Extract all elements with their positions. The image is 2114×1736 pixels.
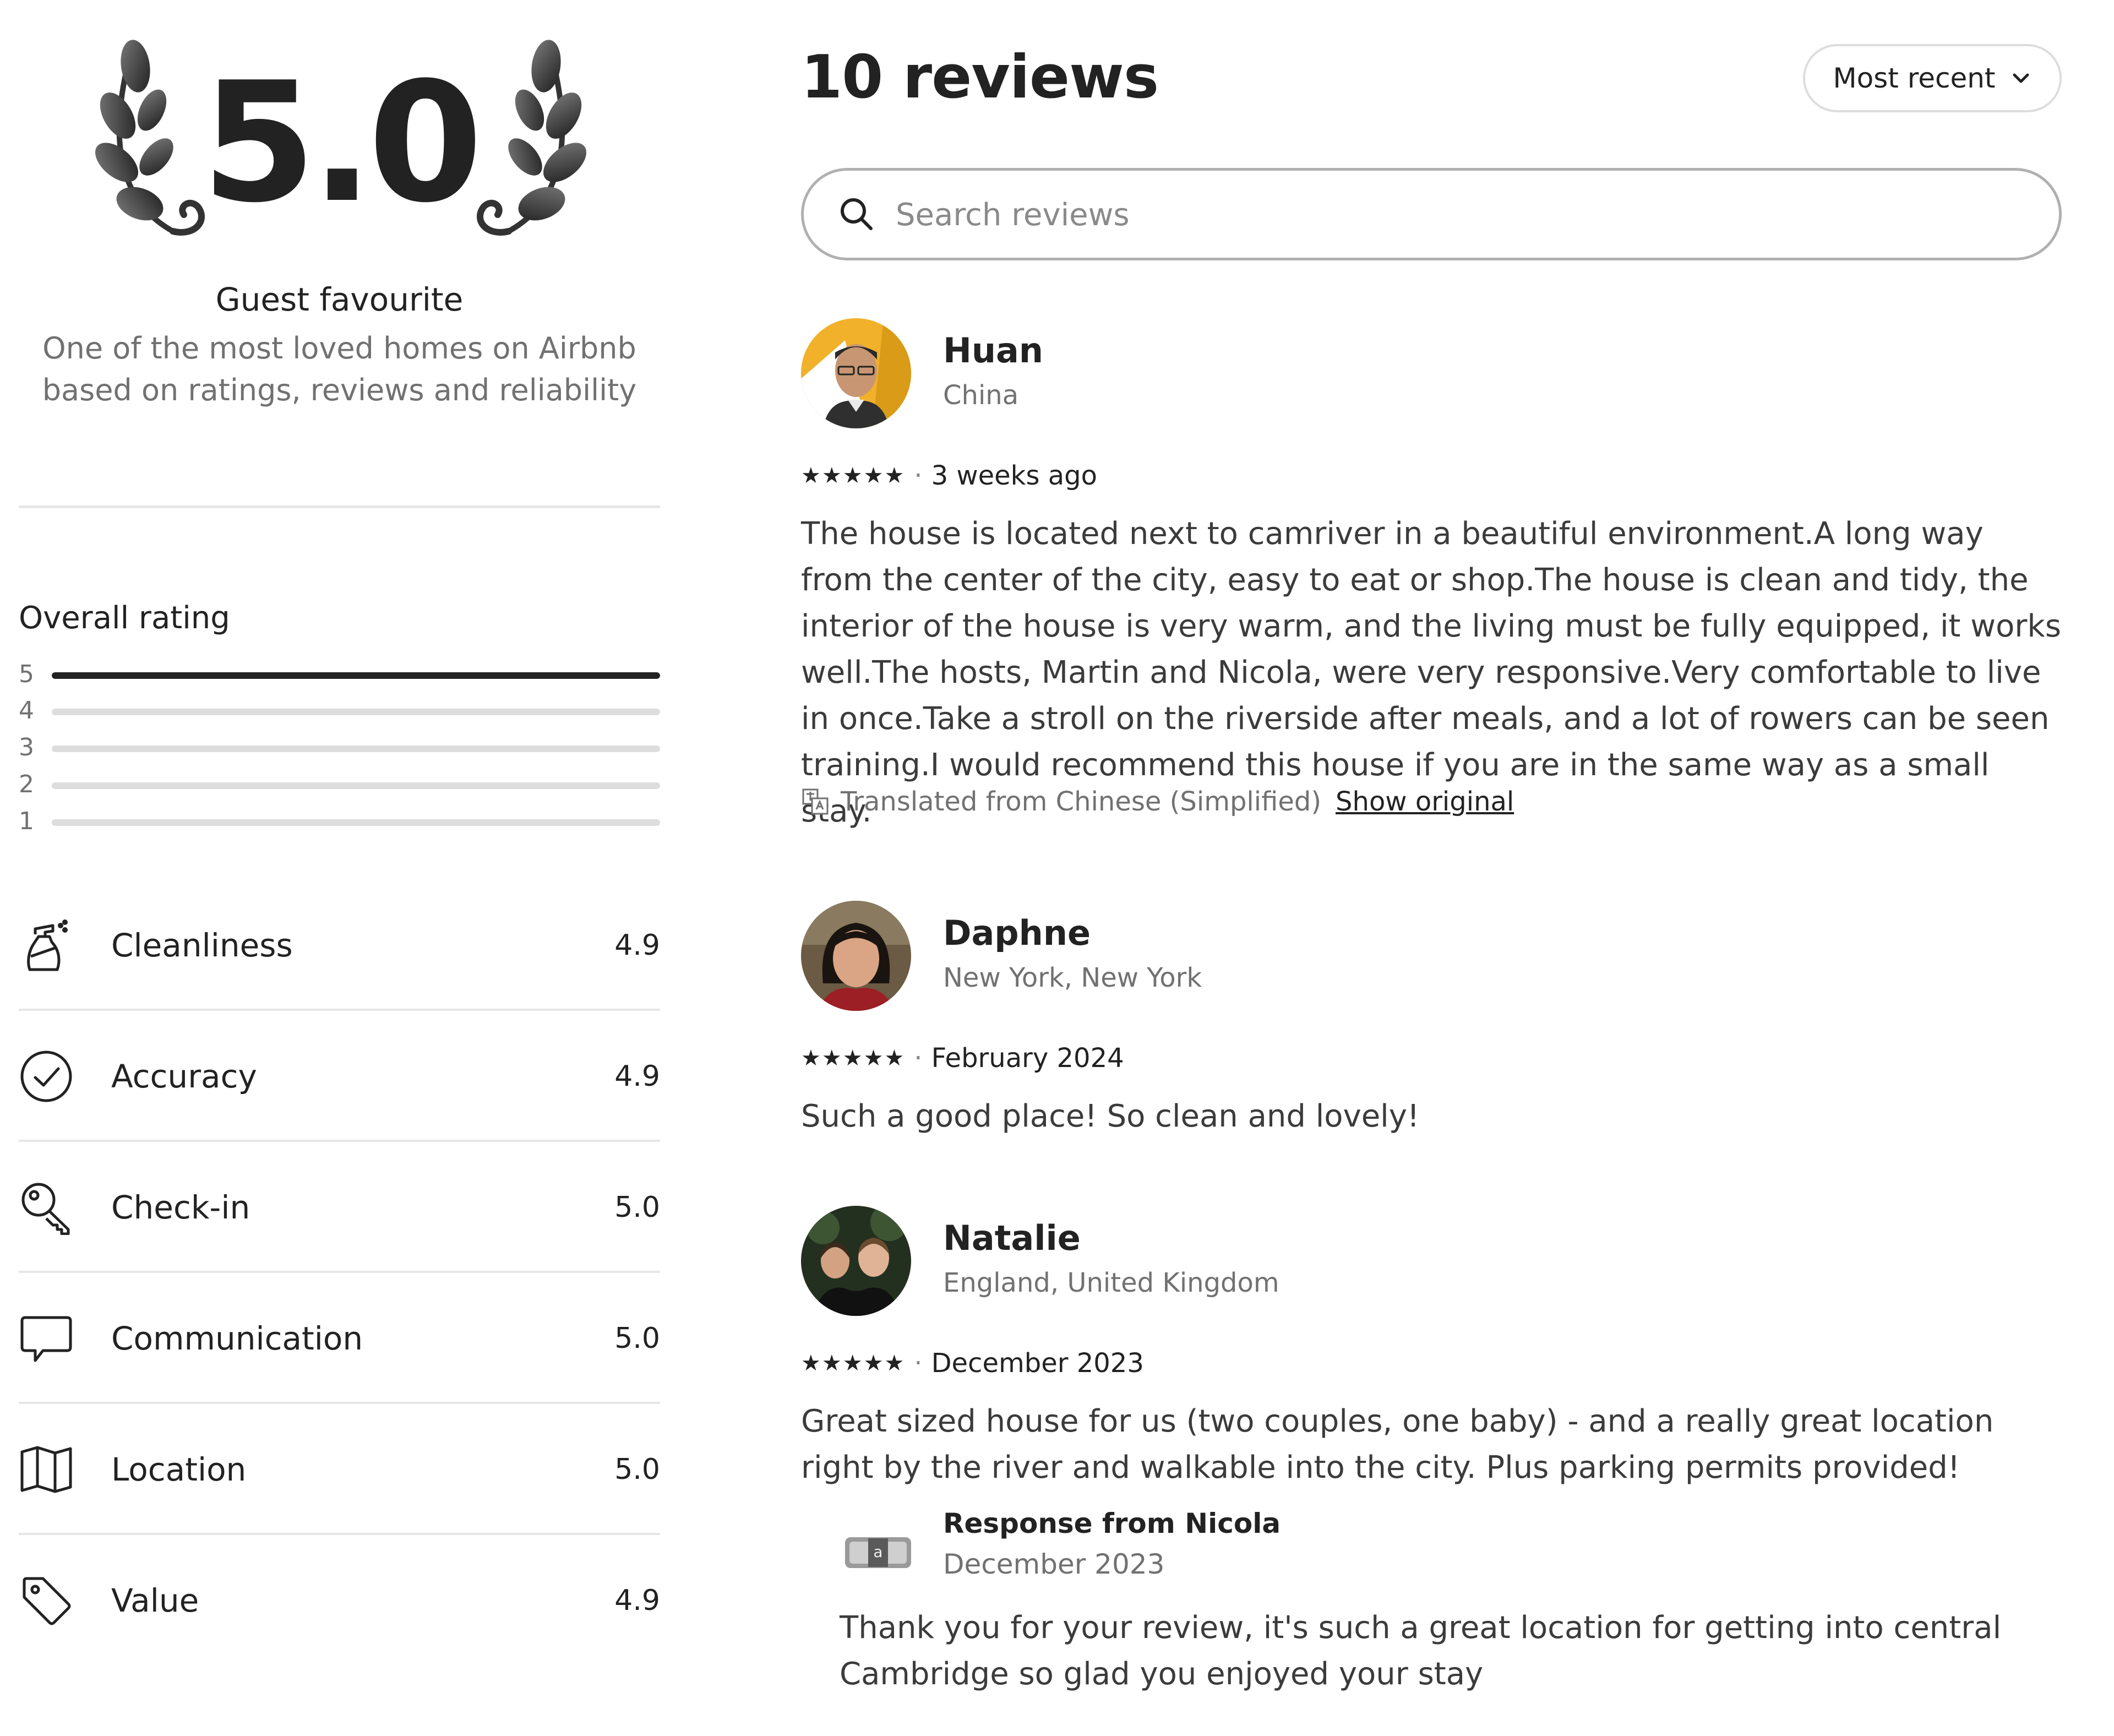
sort-label: Most recent — [1833, 62, 1996, 94]
category-score: 5.0 — [614, 1322, 660, 1355]
rating-bar-track — [52, 745, 660, 752]
category-label: Communication — [111, 1320, 363, 1357]
price-tag-icon — [23, 1577, 71, 1625]
avatar[interactable] — [801, 901, 911, 1011]
sort-dropdown[interactable]: Most recent — [1803, 44, 2062, 112]
star-rating: ★★★★★ — [801, 463, 906, 488]
category-score: 4.9 — [614, 929, 660, 962]
reviewer-location: New York, New York — [943, 962, 1202, 993]
rating-bar-track — [52, 819, 660, 826]
reviewer-location: China — [943, 380, 1019, 411]
star-rating: ★★★★★ — [801, 1351, 906, 1376]
category-label: Cleanliness — [111, 927, 293, 964]
reviews-count-title: 10 reviews — [801, 43, 1159, 112]
review-date: 3 weeks ago — [931, 460, 1097, 491]
reviews-panel: 10 reviews Most recent Search reviews Hu… — [801, 0, 2062, 1736]
review-date: February 2024 — [931, 1043, 1124, 1074]
dot-separator: · — [914, 460, 923, 491]
reviewer-name: Huan — [943, 330, 1044, 371]
rating-bar-label: 3 — [19, 733, 34, 761]
avatar[interactable] — [801, 318, 911, 428]
rating-bar-label: 5 — [19, 660, 34, 688]
rating-bar-label: 2 — [19, 770, 34, 798]
rating-bar-4: 4 — [19, 696, 660, 725]
category-score: 4.9 — [614, 1060, 660, 1093]
laurel-right-icon — [477, 40, 587, 236]
guest-favourite-title: Guest favourite — [215, 281, 464, 318]
review-meta: ★★★★★ · December 2023 — [801, 1348, 1144, 1379]
category-label: Check-in — [111, 1189, 250, 1226]
category-value: Value 4.9 — [19, 1535, 660, 1666]
rating-bar-label: 1 — [19, 807, 34, 835]
response-author: Response from Nicola — [943, 1508, 1281, 1539]
rating-bar-5: 5 — [19, 660, 660, 688]
rating-bar-track — [52, 709, 660, 715]
category-accuracy: Accuracy 4.9 — [19, 1011, 660, 1142]
category-communication: Communication 5.0 — [19, 1273, 660, 1404]
reviewer-location: England, United Kingdom — [943, 1267, 1279, 1298]
review-text: Great sized house for us (two couples, o… — [801, 1403, 1994, 1485]
guest-favourite-desc-line-1: One of the most loved homes on Airbnb — [42, 331, 636, 366]
category-label: Location — [111, 1451, 247, 1488]
category-score: 4.9 — [614, 1584, 660, 1617]
review-meta: ★★★★★ · February 2024 — [801, 1043, 1124, 1074]
rating-bar-fill — [52, 672, 660, 679]
show-original-link[interactable]: Show original — [1336, 786, 1514, 817]
category-location: Location 5.0 — [19, 1404, 660, 1535]
response-text: Thank you for your review, it's such a g… — [840, 1610, 2002, 1692]
response-date: December 2023 — [943, 1548, 1165, 1580]
translated-from-label: Translated from Chinese (Simplified) — [841, 786, 1322, 817]
category-score: 5.0 — [614, 1453, 660, 1486]
spray-bottle-icon — [27, 919, 68, 971]
reviewer-name: Daphne — [943, 913, 1091, 953]
category-check-in: Check-in 5.0 — [19, 1142, 660, 1273]
reviewer-name: Natalie — [943, 1218, 1081, 1258]
dot-separator: · — [914, 1043, 923, 1074]
chat-bubble-icon — [20, 1316, 72, 1362]
check-circle-icon — [20, 1051, 72, 1102]
category-cleanliness: Cleanliness 4.9 — [19, 880, 660, 1011]
rating-bar-track — [52, 672, 660, 679]
translate-icon — [802, 788, 829, 815]
translation-notice: Translated from Chinese (Simplified) Sho… — [801, 786, 1514, 817]
rating-bar-track — [52, 782, 660, 789]
key-icon — [21, 1183, 70, 1235]
section-divider — [19, 505, 660, 508]
svg-text:a: a — [873, 1543, 882, 1561]
dot-separator: · — [914, 1348, 923, 1379]
map-icon — [20, 1446, 72, 1493]
category-label: Value — [111, 1582, 199, 1619]
guest-favourite-description: One of the most loved homes on Airbnb ba… — [19, 328, 660, 411]
review-text: Such a good place! So clean and lovely! — [801, 1098, 1420, 1134]
rating-bar-2: 2 — [19, 770, 660, 798]
review-meta: ★★★★★ · 3 weeks ago — [801, 460, 1097, 491]
guest-favourite-score: 5.0 — [19, 33, 660, 264]
search-reviews-field[interactable] — [801, 168, 2062, 260]
avatar[interactable] — [801, 1206, 911, 1316]
rating-bar-1: 1 — [19, 807, 660, 835]
rating-summary-panel: 5.0 Guest favourite One of the most love… — [19, 0, 660, 1736]
rating-bar-label: 4 — [19, 696, 34, 725]
category-score: 5.0 — [614, 1191, 660, 1224]
search-input[interactable] — [895, 171, 2026, 259]
search-icon — [841, 198, 873, 230]
overall-rating-title: Overall rating — [19, 600, 230, 636]
star-rating: ★★★★★ — [801, 1046, 906, 1071]
host-avatar[interactable]: a — [840, 1514, 917, 1591]
category-label: Accuracy — [111, 1058, 257, 1095]
chevron-down-icon — [2013, 73, 2029, 83]
guest-favourite-desc-line-2: based on ratings, reviews and reliabilit… — [42, 373, 637, 407]
rating-bar-3: 3 — [19, 733, 660, 761]
review-date: December 2023 — [931, 1348, 1144, 1379]
